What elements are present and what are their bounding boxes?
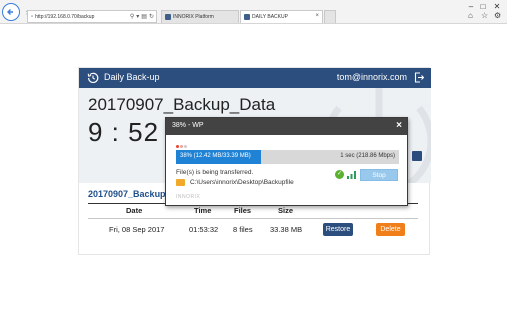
row-files: 8 files — [233, 225, 253, 234]
back-button[interactable] — [2, 3, 20, 21]
browser-toolbar: › ▫ http://192.168.0.70/backup ⚲ ▾ ▤ ↻ I… — [0, 0, 507, 24]
search-icon[interactable]: ⚲ — [130, 13, 134, 20]
brand-label: INNORIX — [176, 194, 201, 200]
tab-daily-backup[interactable]: DAILY BACKUP × — [240, 10, 323, 23]
maximize-icon[interactable]: □ — [478, 2, 488, 11]
hero-action-button[interactable] — [412, 151, 422, 161]
delete-button[interactable]: Delete — [376, 223, 405, 236]
page-icon — [165, 14, 171, 20]
close-icon[interactable]: × — [396, 120, 402, 131]
folder-icon — [176, 179, 185, 186]
dot — [184, 145, 187, 148]
tab-label: DAILY BACKUP — [252, 14, 288, 20]
row-time: 01:53:32 — [189, 225, 219, 234]
tab-label: INNORIX Platform — [173, 14, 214, 20]
refresh-icon[interactable]: ↻ — [149, 13, 154, 20]
app-header: Daily Back-up tom@innorix.com — [79, 68, 431, 88]
arrow-left-icon — [7, 9, 13, 15]
minimize-icon[interactable]: – — [466, 2, 476, 11]
close-tab-icon[interactable]: × — [315, 13, 319, 19]
column-header-size: Size — [278, 206, 294, 215]
column-header-time: Time — [194, 206, 212, 215]
dialog-title: 38% - WP — [172, 122, 204, 129]
compat-icon[interactable]: ▤ — [141, 13, 147, 20]
dropdown-icon[interactable]: ▾ — [136, 13, 139, 20]
loading-dots-icon — [176, 145, 187, 148]
progress-text: 38% (12.42 MB/33.39 MB) — [180, 153, 251, 159]
transfer-dialog: 38% - WP × 38% (12.42 MB/33.39 MB) 1 sec… — [165, 117, 408, 206]
row-size: 33.38 MB — [270, 225, 303, 234]
page-icon: ▫ — [31, 13, 34, 20]
column-header-files: Files — [234, 206, 252, 215]
history-icon — [87, 72, 99, 84]
address-bar[interactable]: ▫ http://192.168.0.70/backup ⚲ ▾ ▤ ↻ — [27, 10, 157, 23]
page-icon — [244, 14, 250, 20]
dot — [180, 145, 183, 148]
home-icon[interactable]: ⌂ — [468, 11, 473, 20]
address-text: http://192.168.0.70/backup — [35, 13, 95, 20]
dot — [176, 145, 179, 148]
check-icon: ✓ — [335, 170, 344, 179]
tab-innorix-platform[interactable]: INNORIX Platform — [161, 10, 239, 23]
column-header-date: Date — [126, 206, 143, 215]
new-tab-button[interactable] — [324, 10, 336, 23]
backup-name: 20170907_Backup_Data — [88, 95, 276, 114]
backup-time: 9 : 52 — [88, 117, 160, 147]
stop-button[interactable]: Stop — [360, 169, 398, 181]
divider — [88, 218, 418, 219]
restore-button[interactable]: Restore — [323, 223, 353, 236]
file-path: C:\Users\innorix\Desktop\Backupfile — [190, 179, 294, 186]
progress-bar: 38% (12.42 MB/33.39 MB) 1 sec (218.86 Mb… — [176, 150, 399, 164]
gear-icon[interactable]: ⚙ — [494, 11, 501, 20]
app-title: Daily Back-up — [104, 72, 160, 82]
dialog-titlebar[interactable]: 38% - WP × — [166, 118, 407, 135]
status-text: File(s) is being transferred. — [176, 169, 254, 176]
favorites-star-icon[interactable]: ☆ — [481, 11, 488, 20]
progress-eta: 1 sec (218.86 Mbps) — [340, 153, 395, 159]
row-date: Fri, 08 Sep 2017 — [109, 225, 165, 234]
speed-icon — [347, 171, 356, 179]
close-window-icon[interactable]: ✕ — [492, 2, 502, 11]
user-email: tom@innorix.com — [336, 72, 407, 82]
logout-icon[interactable] — [414, 72, 424, 83]
